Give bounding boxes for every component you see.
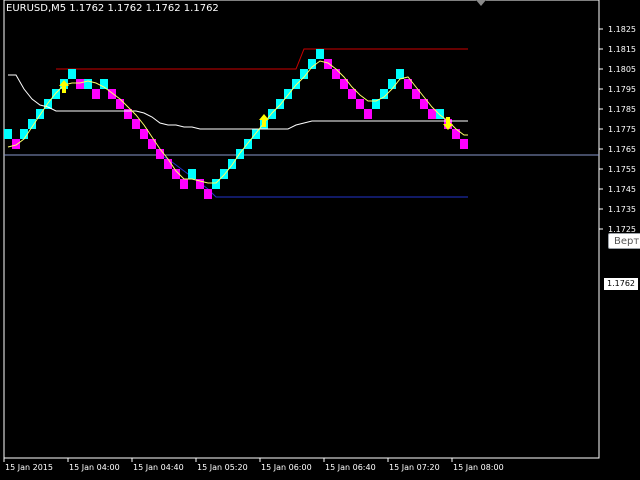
y-tick-label: 1.1765 (608, 145, 636, 154)
bull-brick (292, 79, 300, 89)
bear-brick (12, 139, 20, 149)
bear-brick (332, 69, 340, 79)
y-tick-label: 1.1755 (608, 165, 636, 174)
bull-brick (68, 69, 76, 79)
y-tick-label: 1.1735 (608, 205, 636, 214)
y-tick-label: 1.1815 (608, 45, 636, 54)
bull-brick (252, 129, 260, 139)
y-tick-label: 1.1825 (608, 25, 636, 34)
y-tick-label: 1.1775 (608, 125, 636, 134)
x-tick-label: 15 Jan 2015 (5, 463, 53, 472)
bear-brick (116, 99, 124, 109)
x-tick-label: 15 Jan 04:40 (133, 463, 184, 472)
renko-chart[interactable]: 1.1825 1.1815 1.1805 1.1795 1.1785 1.1775 1.17… (0, 0, 640, 480)
scroll-triangle-icon[interactable] (476, 0, 486, 6)
y-tick-label: 1.1785 (608, 105, 636, 114)
x-tick-label: 15 Jan 08:00 (453, 463, 504, 472)
x-tick-label: 15 Jan 07:20 (389, 463, 440, 472)
resistance-line (56, 48, 468, 70)
x-tick-label: 15 Jan 05:20 (197, 463, 248, 472)
chart-title: EURUSD,M5 1.1762 1.1762 1.1762 1.1762 (6, 3, 219, 14)
bear-brick (324, 59, 332, 69)
y-tick-label: 1.1745 (608, 185, 636, 194)
tooltip-tag: Верт (608, 233, 640, 249)
x-tick-label: 15 Jan 06:40 (325, 463, 376, 472)
bull-brick (316, 49, 324, 59)
bear-brick (92, 89, 100, 99)
bull-brick (188, 169, 196, 179)
bear-brick (76, 79, 84, 89)
y-tick-label: 1.1795 (608, 85, 636, 94)
x-tick-label: 15 Jan 04:00 (69, 463, 120, 472)
bear-brick (180, 179, 188, 189)
bear-brick (132, 119, 140, 129)
current-price-badge: 1.1762 (604, 278, 638, 290)
bear-brick (460, 139, 468, 149)
bear-brick (140, 129, 148, 139)
bear-brick (364, 109, 372, 119)
bear-brick (156, 149, 164, 159)
bull-brick (396, 69, 404, 79)
y-tick-label: 1.1805 (608, 65, 636, 74)
bull-brick (4, 129, 12, 139)
bull-brick (284, 89, 292, 99)
bull-brick (388, 79, 396, 89)
x-tick-label: 15 Jan 06:00 (261, 463, 312, 472)
bear-brick (204, 189, 212, 199)
support-line (8, 154, 468, 198)
bull-brick (244, 139, 252, 149)
bear-brick (356, 99, 364, 109)
